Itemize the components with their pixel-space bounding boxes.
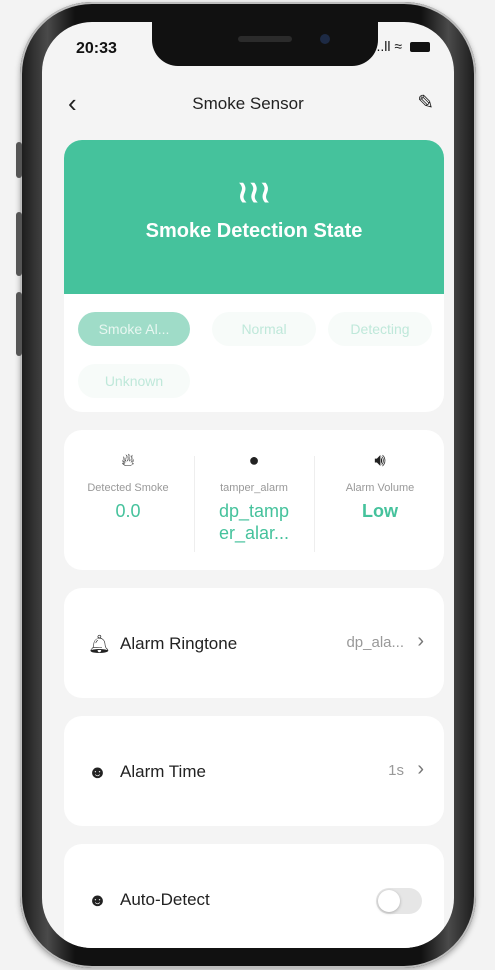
alarm-time-row[interactable]: ☻ Alarm Time 1s › — [64, 716, 444, 826]
stat-label: Detected Smoke — [87, 482, 169, 494]
notch — [152, 22, 378, 66]
toggle-knob — [378, 890, 400, 912]
stat-detected-smoke: 🔥︎ Detected Smoke 0.0 — [66, 450, 190, 522]
state-chip-smoke-alarm[interactable]: Smoke Al... — [78, 312, 190, 346]
face-icon: ☻ — [88, 762, 107, 782]
auto-detect-toggle[interactable] — [376, 888, 422, 914]
auto-detect-row: ☻ Auto-Detect — [64, 844, 444, 948]
stat-tamper-alarm: ● tamper_alarm dp_tamp er_alar... — [200, 450, 308, 544]
volume-up-button — [16, 212, 22, 276]
volume-icon: 🔊︎ — [374, 450, 386, 470]
smoke-state-header: ≀≀≀ Smoke Detection State — [64, 140, 444, 294]
smoke-icon: ≀≀≀ — [237, 176, 271, 209]
battery-icon — [410, 42, 430, 53]
page-title: Smoke Sensor — [192, 94, 304, 113]
row-label: Alarm Ringtone — [120, 634, 238, 653]
smoke-state-title: Smoke Detection State — [145, 220, 363, 242]
nav-bar: ‹ Smoke Sensor ✎ — [42, 86, 454, 126]
divider — [194, 456, 195, 552]
mute-switch — [16, 142, 22, 178]
row-label: Auto-Detect — [120, 890, 210, 909]
stat-label: tamper_alarm — [220, 482, 288, 494]
row-label: Alarm Time — [120, 762, 206, 781]
bell-icon: 🔔︎ — [88, 634, 111, 654]
divider — [314, 456, 315, 552]
stat-label: Alarm Volume — [345, 482, 415, 494]
status-time: 20:33 — [76, 40, 117, 57]
row-value: 1s — [388, 762, 404, 779]
chevron-right-icon: › — [417, 630, 424, 652]
face-icon: ☻ — [88, 890, 107, 910]
alert-icon: ● — [248, 450, 260, 470]
phone-screen: 20:33 ..ll ≈ ‹ Smoke Sensor ✎ ≀≀≀ Smoke … — [42, 22, 454, 948]
state-chip-unknown[interactable]: Unknown — [78, 364, 190, 398]
stat-alarm-volume: 🔊︎ Alarm Volume Low — [318, 450, 442, 522]
state-chip-normal[interactable]: Normal — [212, 312, 316, 346]
chevron-right-icon: › — [417, 758, 424, 780]
speaker — [238, 36, 292, 42]
stats-card: 🔥︎ Detected Smoke 0.0 ● tamper_alarm dp_… — [64, 430, 444, 570]
edit-pencil-icon[interactable]: ✎ — [417, 90, 434, 115]
stat-value: Low — [362, 501, 398, 521]
flame-icon: 🔥︎ — [121, 450, 135, 470]
signal-icon: ..ll — [376, 38, 391, 54]
stat-value: dp_tamp er_alar... — [218, 501, 290, 543]
alarm-ringtone-row[interactable]: 🔔︎ Alarm Ringtone dp_ala... › — [64, 588, 444, 698]
volume-down-button — [16, 292, 22, 356]
row-value: dp_ala... — [346, 634, 404, 651]
state-chip-detecting[interactable]: Detecting — [328, 312, 432, 346]
status-icons: ..ll ≈ — [377, 38, 430, 54]
front-camera — [320, 34, 330, 44]
wifi-icon: ≈ — [394, 38, 403, 54]
smoke-state-card: ≀≀≀ Smoke Detection State Smoke Al... No… — [64, 140, 444, 412]
stat-value: 0.0 — [115, 501, 141, 521]
